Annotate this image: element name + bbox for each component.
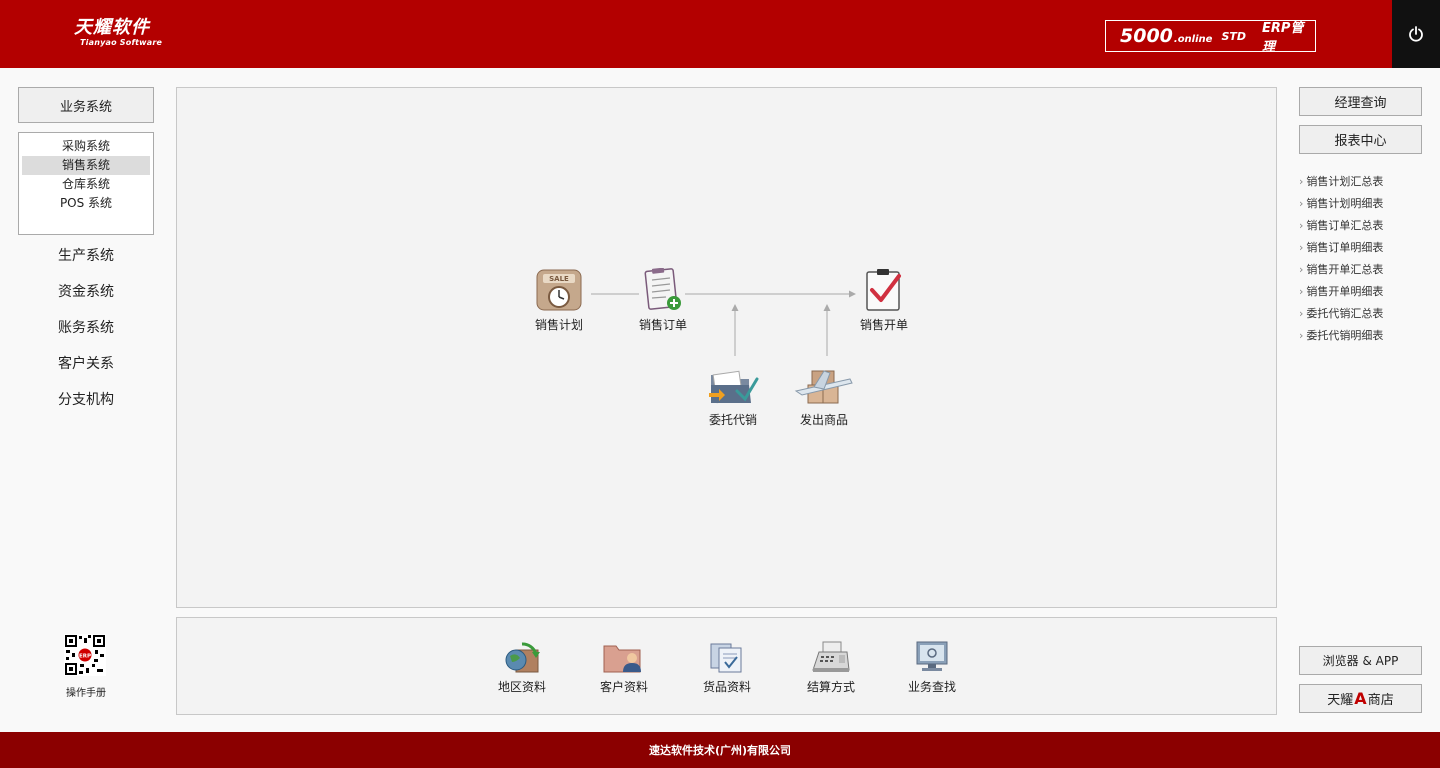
submenu-sales[interactable]: 销售系统 — [22, 156, 150, 175]
tool-goods-data[interactable]: 货品资料 — [687, 640, 767, 695]
report-label: 销售开单明细表 — [1306, 285, 1384, 298]
report-label: 委托代销明细表 — [1306, 329, 1384, 342]
sidebar-item-branches[interactable]: 分支机构 — [18, 390, 154, 410]
sidebar-item-accounts[interactable]: 账务系统 — [18, 318, 154, 338]
goods-docs-icon — [710, 643, 742, 673]
logo-cn: 天耀软件 — [74, 17, 150, 38]
power-button[interactable] — [1392, 0, 1440, 68]
version-std: STD — [1221, 29, 1246, 43]
report-label: 销售计划明细表 — [1306, 197, 1384, 210]
flow-node-sales-invoice[interactable]: 销售开单 — [839, 268, 929, 333]
tool-label-goods: 货品资料 — [702, 680, 751, 694]
shop-prefix: 天耀 — [1327, 693, 1354, 708]
manual-label[interactable]: 操作手册 — [46, 684, 126, 699]
report-link-plan-summary[interactable]: › 销售计划汇总表 — [1299, 173, 1383, 189]
tianyao-shop-button[interactable]: 天耀 A 商店 — [1299, 684, 1422, 713]
power-icon — [1409, 26, 1423, 42]
sidebar-item-funds[interactable]: 资金系统 — [18, 282, 154, 302]
flow-label-ship-goods: 发出商品 — [799, 413, 848, 427]
flow-arrows — [591, 290, 856, 356]
sales-flow-panel: SALE 销售计划 销售订单 销售开单 委托代销 发出商品 — [176, 87, 1277, 608]
flow-label-sales-plan: 销售计划 — [534, 318, 583, 332]
report-link-order-detail[interactable]: › 销售订单明细表 — [1299, 239, 1383, 255]
qr-badge: ERP — [79, 654, 91, 660]
flow-node-ship-goods[interactable]: 发出商品 — [779, 365, 869, 428]
sidebar-item-crm[interactable]: 客户关系 — [18, 354, 154, 374]
search-monitor-icon — [916, 641, 948, 671]
browser-app-button[interactable]: 浏览器 & APP — [1299, 646, 1422, 675]
top-header: 天耀软件 Tianyao Software 5000 .online STD E… — [0, 0, 1440, 68]
report-label: 销售订单明细表 — [1306, 241, 1384, 254]
region-globe-icon — [505, 642, 540, 673]
logo-en: Tianyao Software — [80, 38, 163, 47]
chevron-right-icon: › — [1299, 219, 1304, 232]
tool-customer-data[interactable]: 客户资料 — [584, 640, 664, 695]
submenu-pos[interactable]: POS 系统 — [22, 194, 150, 213]
chevron-right-icon: › — [1299, 175, 1304, 188]
tool-business-search[interactable]: 业务查找 — [892, 640, 972, 695]
manager-query-button[interactable]: 经理查询 — [1299, 87, 1422, 116]
footer: 速达软件技术(广州)有限公司 — [0, 732, 1440, 768]
flow-node-sales-order[interactable]: 销售订单 — [618, 268, 708, 333]
cash-register-icon — [812, 641, 850, 672]
sidebar-item-production[interactable]: 生产系统 — [18, 246, 154, 266]
version-number: 5000 — [1120, 25, 1173, 47]
report-label: 委托代销汇总表 — [1306, 307, 1384, 320]
ship-goods-icon — [794, 370, 853, 404]
report-link-consign-detail[interactable]: › 委托代销明细表 — [1299, 327, 1383, 343]
tool-label-search: 业务查找 — [907, 680, 956, 694]
logo: 天耀软件 Tianyao Software — [74, 17, 163, 48]
report-link-plan-detail[interactable]: › 销售计划明细表 — [1299, 195, 1383, 211]
report-label: 销售计划汇总表 — [1306, 175, 1384, 188]
order-clipboard-icon — [644, 268, 681, 310]
report-link-invoice-detail[interactable]: › 销售开单明细表 — [1299, 283, 1383, 299]
chevron-right-icon: › — [1299, 285, 1304, 298]
flow-label-sales-invoice: 销售开单 — [859, 318, 908, 332]
tool-region-data[interactable]: 地区资料 — [482, 640, 562, 695]
sale-clock-icon: SALE — [536, 269, 582, 311]
submenu-purchase[interactable]: 采购系统 — [22, 137, 150, 156]
sale-tag: SALE — [549, 275, 569, 283]
chevron-right-icon: › — [1299, 263, 1304, 276]
consign-folder-icon — [709, 370, 759, 404]
flow-label-consignment: 委托代销 — [708, 413, 757, 427]
version-erp: ERP管理 — [1262, 21, 1304, 55]
invoice-check-icon — [866, 269, 901, 311]
business-submenu: 采购系统 销售系统 仓库系统 POS 系统 — [18, 132, 154, 235]
submenu-warehouse[interactable]: 仓库系统 — [22, 175, 150, 194]
chevron-right-icon: › — [1299, 307, 1304, 320]
report-label: 销售开单汇总表 — [1306, 263, 1384, 276]
chevron-right-icon: › — [1299, 197, 1304, 210]
shop-logo-mark: A — [1354, 689, 1367, 708]
chevron-right-icon: › — [1299, 241, 1304, 254]
report-center-button[interactable]: 报表中心 — [1299, 125, 1422, 154]
chevron-right-icon: › — [1299, 329, 1304, 342]
customer-folder-icon — [603, 645, 641, 673]
version-badge: 5000 .online STD ERP管理 — [1105, 20, 1316, 55]
tool-label-settlement: 结算方式 — [806, 680, 855, 694]
tool-settlement[interactable]: 结算方式 — [791, 640, 871, 695]
tool-label-region: 地区资料 — [497, 680, 546, 694]
report-label: 销售订单汇总表 — [1306, 219, 1384, 232]
report-link-invoice-summary[interactable]: › 销售开单汇总表 — [1299, 261, 1383, 277]
report-link-order-summary[interactable]: › 销售订单汇总表 — [1299, 217, 1383, 233]
qr-code-icon[interactable]: ERP — [64, 634, 106, 676]
report-link-consign-summary[interactable]: › 委托代销汇总表 — [1299, 305, 1383, 321]
shop-suffix: 商店 — [1367, 693, 1394, 708]
version-online: .online — [1173, 33, 1213, 45]
footer-company: 速达软件技术(广州)有限公司 — [648, 744, 792, 757]
basic-data-panel: 地区资料 客户资料 货品资料 结算方式 业务查找 — [176, 617, 1277, 715]
flow-node-sales-plan[interactable]: SALE 销售计划 — [514, 268, 604, 333]
flow-node-consignment[interactable]: 委托代销 — [688, 365, 778, 428]
business-system-button[interactable]: 业务系统 — [18, 87, 154, 123]
flow-label-sales-order: 销售订单 — [638, 318, 687, 332]
tool-label-customer: 客户资料 — [599, 680, 648, 694]
